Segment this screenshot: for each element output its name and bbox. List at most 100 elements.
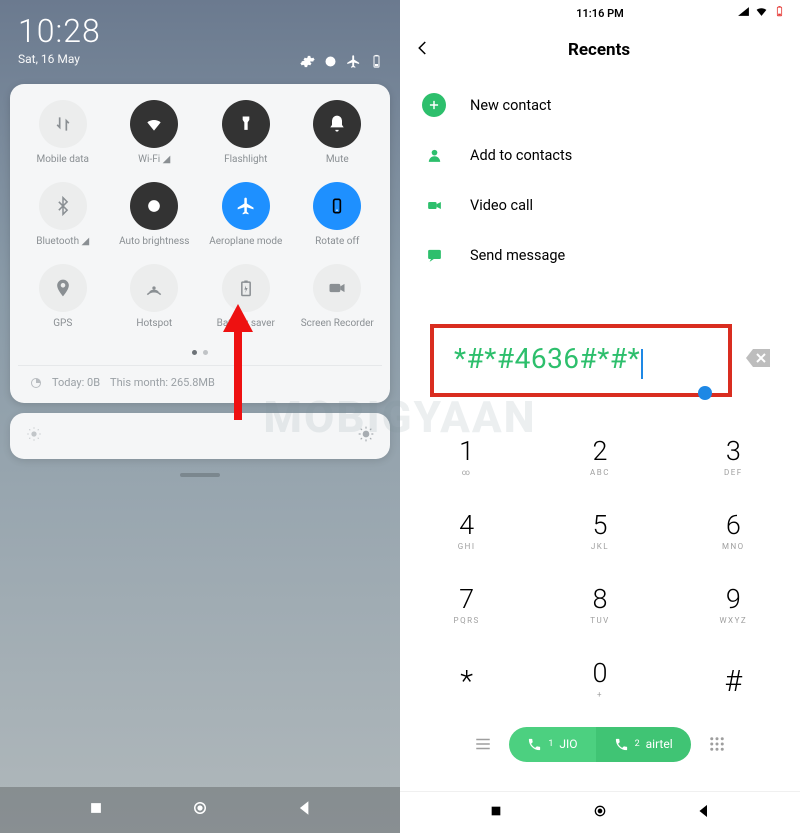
dialer-pane: 11:16 PM Recents New contactAdd to conta… [400, 0, 800, 833]
brightness-slider[interactable] [10, 413, 390, 459]
qs-recorder[interactable]: Screen Recorder [293, 264, 383, 342]
menu-button[interactable] [463, 735, 503, 753]
qs-label: Bluetooth ◢ [36, 236, 89, 260]
status-bar-right: 11:16 PM [400, 0, 800, 26]
qs-label: GPS [53, 318, 72, 342]
header: Recents [400, 26, 800, 74]
qs-auto-bright[interactable]: AAuto brightness [110, 182, 200, 260]
action-plus[interactable]: New contact [400, 80, 800, 130]
key-sub: DEF [724, 468, 743, 477]
call-sim1-button[interactable]: 1 JIO [509, 727, 595, 762]
quick-settings-pane: 10:28 Sat, 16 May Mobile dataWi-Fi ◢Flas… [0, 0, 400, 833]
key-4[interactable]: 4GHI [400, 493, 533, 567]
bluetooth-icon [39, 182, 87, 230]
key-digit: 9 [726, 583, 741, 615]
key-1[interactable]: 1∞ [400, 419, 533, 493]
key-6[interactable]: 6MNO [667, 493, 800, 567]
wifi-icon [130, 100, 178, 148]
quick-settings-panel: Mobile data Wi-Fi ◢ Flashlight Mute Bluetoot… [10, 84, 390, 403]
data-usage-row[interactable]: Today: 0B This month: 265.8MB [18, 365, 382, 395]
qs-battery[interactable]: Battery saver [201, 264, 291, 342]
qs-gps[interactable]: GPS [18, 264, 108, 342]
qs-mobile-data[interactable]: Mobile data [18, 100, 108, 178]
key-sub: MNO [722, 542, 745, 551]
key-#[interactable]: # [667, 641, 800, 715]
key-9[interactable]: 9WXYZ [667, 567, 800, 641]
key-digit: 4 [459, 509, 474, 541]
battery-icon [222, 264, 270, 312]
usage-today: Today: 0B [52, 376, 100, 389]
airplane-icon [222, 182, 270, 230]
battery-low-icon [770, 5, 786, 21]
nav-back-button[interactable] [296, 799, 314, 821]
key-sub: JKL [591, 542, 609, 551]
qs-bluetooth[interactable]: Bluetooth ◢ [18, 182, 108, 260]
action-video[interactable]: Video call [400, 180, 800, 230]
call-sim2-button[interactable]: 2 airtel [596, 727, 691, 762]
key-*[interactable]: * [400, 641, 533, 715]
svg-text:A: A [152, 202, 158, 212]
rotate-icon [313, 182, 361, 230]
panel-handle[interactable] [180, 473, 220, 477]
qs-wifi[interactable]: Wi-Fi ◢ [110, 100, 200, 178]
nav-home-button[interactable] [592, 803, 608, 823]
gear-icon[interactable] [300, 54, 315, 73]
key-0[interactable]: 0+ [533, 641, 666, 715]
action-label: Video call [470, 197, 533, 214]
action-person[interactable]: Add to contacts [400, 130, 800, 180]
key-digit: 7 [459, 583, 474, 615]
key-digit: 0 [593, 657, 608, 689]
hotspot-icon [130, 264, 178, 312]
qs-label: Mute [326, 154, 349, 178]
key-sub: PQRS [454, 616, 480, 625]
navigation-bar-right [400, 791, 800, 833]
key-digit: 2 [593, 435, 608, 467]
key-sub: ∞ [462, 468, 472, 477]
flashlight-icon [222, 100, 270, 148]
key-digit: 1 [459, 435, 474, 467]
nav-back-button[interactable] [696, 803, 712, 823]
nav-recent-button[interactable] [87, 799, 105, 821]
key-sub: GHI [458, 542, 476, 551]
key-sub: WXYZ [719, 616, 747, 625]
page-dots[interactable] [18, 350, 382, 355]
qs-label: Wi-Fi ◢ [138, 154, 170, 178]
usage-month: This month: 265.8MB [110, 376, 215, 389]
clock-time: 10:28 [18, 12, 382, 50]
brightness-high-icon [358, 426, 374, 446]
backspace-button[interactable] [746, 349, 770, 371]
qs-airplane[interactable]: Aeroplane mode [201, 182, 291, 260]
nav-home-button[interactable] [191, 799, 209, 821]
qs-label: Screen Recorder [301, 318, 374, 342]
message-icon [422, 243, 446, 267]
qs-rotate[interactable]: Rotate off [293, 182, 383, 260]
mute-icon [313, 100, 361, 148]
auto-bright-icon: A [130, 182, 178, 230]
qs-label: Hotspot [136, 318, 172, 342]
key-7[interactable]: 7PQRS [400, 567, 533, 641]
plus-icon [422, 93, 446, 117]
action-message[interactable]: Send message [400, 230, 800, 280]
key-3[interactable]: 3DEF [667, 419, 800, 493]
call-row: 1 JIO 2 airtel [400, 715, 800, 778]
gps-icon [39, 264, 87, 312]
signal-icon [734, 5, 750, 21]
key-sub: TUV [590, 616, 610, 625]
mobile-data-icon [39, 100, 87, 148]
key-digit: 6 [726, 509, 741, 541]
key-5[interactable]: 5JKL [533, 493, 666, 567]
qs-hotspot[interactable]: Hotspot [110, 264, 200, 342]
key-8[interactable]: 8TUV [533, 567, 666, 641]
qs-label: Battery saver [217, 318, 275, 342]
dialpad-toggle-button[interactable] [697, 735, 737, 753]
qs-flashlight[interactable]: Flashlight [201, 100, 291, 178]
recorder-icon [313, 264, 361, 312]
nav-recent-button[interactable] [488, 803, 504, 823]
key-digit: 3 [726, 435, 741, 467]
status-time: 11:16 PM [576, 7, 624, 20]
key-2[interactable]: 2ABC [533, 419, 666, 493]
qs-mute[interactable]: Mute [293, 100, 383, 178]
highlight-box: *#*#4636#*#* [430, 324, 732, 397]
page-title: Recents [412, 40, 786, 60]
brightness-low-icon [26, 426, 42, 446]
